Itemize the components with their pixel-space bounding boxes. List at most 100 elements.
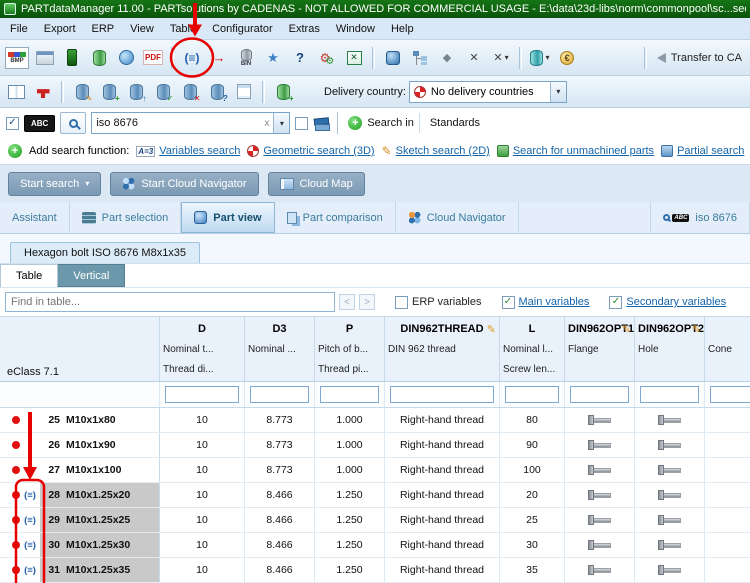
cell-l[interactable]: 100	[500, 458, 565, 482]
pdf-export-button[interactable]: PDF	[141, 45, 165, 71]
column-header-din962opt1[interactable]: DIN962OPT1 ✎ Flange	[565, 317, 635, 381]
row-label[interactable]: 30 M10x1.25x30	[40, 533, 159, 557]
find-next-button[interactable]: >	[359, 294, 375, 310]
part-3d-icon[interactable]	[381, 45, 405, 71]
column-header-din962thread[interactable]: DIN962THREAD ✎ DIN 962 thread	[385, 317, 500, 381]
tab-assistant[interactable]: Assistant	[0, 202, 70, 233]
filter-input-p[interactable]	[320, 386, 379, 403]
cell-din962opt1[interactable]	[565, 408, 635, 432]
search-history-dropdown[interactable]: ▾	[273, 113, 290, 133]
filter-input-cone[interactable]	[710, 386, 750, 403]
database-upload-icon[interactable]: ↑	[124, 79, 148, 105]
cell-din962opt1[interactable]	[565, 483, 635, 507]
transfer-to-cad-button[interactable]: Transfer to CA	[653, 52, 746, 64]
database-add-icon[interactable]: +	[97, 79, 121, 105]
favorites-star-icon[interactable]: ★	[261, 45, 285, 71]
row-label[interactable]: 25 M10x1x80	[40, 408, 159, 432]
cell-din962opt2[interactable]	[635, 433, 705, 457]
row-name-cell[interactable]: (≡) 28 M10x1.25x20	[0, 483, 160, 507]
cell-p[interactable]: 1.250	[315, 533, 385, 557]
table-export-icon[interactable]: →	[207, 45, 231, 71]
cell-p[interactable]: 1.250	[315, 508, 385, 532]
find-previous-button[interactable]: <	[339, 294, 355, 310]
cell-d[interactable]: 10	[160, 508, 245, 532]
part-document-tab[interactable]: Hexagon bolt ISO 8676 M8x1x35	[10, 242, 201, 263]
cell-din962opt2[interactable]	[635, 483, 705, 507]
bin-export-icon[interactable]: BIN	[234, 45, 258, 71]
cell-d3[interactable]: 8.466	[245, 533, 315, 557]
search-in-value[interactable]: Standards	[418, 113, 744, 133]
row-name-cell[interactable]: (≡) 31 M10x1.25x35	[0, 558, 160, 582]
search-button[interactable]	[60, 112, 87, 134]
cell-l[interactable]: 35	[500, 558, 565, 582]
filter-input-d3[interactable]	[250, 386, 309, 403]
menu-window[interactable]: Window	[328, 20, 383, 38]
cell-din962opt2[interactable]	[635, 533, 705, 557]
battery-icon[interactable]	[60, 45, 84, 71]
cell-cone[interactable]	[705, 433, 750, 457]
start-cloud-navigator-button[interactable]: Start Cloud Navigator	[110, 171, 259, 196]
column-header-din962opt2[interactable]: DIN962OPT2 ✎ Hole	[635, 317, 705, 381]
table-row-31[interactable]: (≡) 31 M10x1.25x35 10 8.466 1.250 Right-hand t…	[0, 558, 750, 583]
cell-d3[interactable]: 8.466	[245, 508, 315, 532]
filter-input-l[interactable]	[505, 386, 559, 403]
cell-cone[interactable]	[705, 508, 750, 532]
add-search-icon[interactable]: +	[348, 116, 363, 130]
menu-help[interactable]: Help	[383, 20, 422, 38]
cell-d3[interactable]: 8.466	[245, 483, 315, 507]
row-name-cell[interactable]: 26 M10x1x90	[0, 433, 160, 457]
search-option-checkbox[interactable]	[295, 116, 309, 130]
tab-part-view[interactable]: Part view	[181, 202, 275, 233]
cell-p[interactable]: 1.250	[315, 483, 385, 507]
cell-p[interactable]: 1.250	[315, 558, 385, 582]
cell-l[interactable]: 90	[500, 433, 565, 457]
erp-variables-checkbox[interactable]	[395, 295, 408, 309]
column-header-d[interactable]: D Nominal t... Thread di...	[160, 317, 245, 381]
menu-configurator[interactable]: Configurator	[204, 20, 281, 38]
cell-d3[interactable]: 8.773	[245, 408, 315, 432]
cloud-map-button[interactable]: Cloud Map	[267, 171, 365, 196]
database-plus-icon[interactable]: +	[271, 79, 295, 105]
cell-d[interactable]: 10	[160, 533, 245, 557]
cell-din962thread[interactable]: Right-hand thread	[385, 408, 500, 432]
cell-din962opt2[interactable]	[635, 558, 705, 582]
settings-gears-icon[interactable]: ⚙ ⚙	[315, 45, 339, 71]
table-row-26[interactable]: 26 M10x1x90 10 8.773 1.000 Right-hand thread 9…	[0, 433, 750, 458]
row-label[interactable]: 28 M10x1.25x20	[40, 483, 159, 507]
cell-p[interactable]: 1.000	[315, 408, 385, 432]
cell-d[interactable]: 10	[160, 458, 245, 482]
globe-icon[interactable]	[114, 45, 138, 71]
menu-view[interactable]: View	[122, 20, 162, 38]
filter-input-din962opt1[interactable]	[570, 386, 629, 403]
cell-l[interactable]: 80	[500, 408, 565, 432]
cell-d[interactable]: 10	[160, 433, 245, 457]
search-filter-checkbox[interactable]: ✓	[6, 116, 19, 130]
row-config-icon[interactable]: (≡)	[20, 533, 40, 557]
row-config-icon[interactable]: (≡)	[20, 483, 40, 507]
database-check-icon[interactable]: ✓	[151, 79, 175, 105]
variables-search-link[interactable]: Variables search	[159, 145, 240, 157]
start-search-button[interactable]: Start search ▾	[8, 171, 102, 196]
database-delete-icon[interactable]: ✕	[178, 79, 202, 105]
cell-d[interactable]: 10	[160, 483, 245, 507]
menu-table[interactable]: Table	[162, 20, 204, 38]
cell-din962opt1[interactable]	[565, 533, 635, 557]
cell-d3[interactable]: 8.773	[245, 458, 315, 482]
partial-search-link[interactable]: Partial search	[677, 145, 744, 157]
main-variables-checkbox[interactable]: ✓	[501, 295, 515, 309]
cell-cone[interactable]	[705, 458, 750, 482]
cell-din962opt2[interactable]	[635, 508, 705, 532]
edit-pencil-icon[interactable]: ✎	[487, 319, 496, 341]
cell-din962thread[interactable]: Right-hand thread	[385, 483, 500, 507]
filter-input-d[interactable]	[165, 386, 239, 403]
column-header-cone[interactable]: Cone	[705, 317, 750, 381]
help-icon[interactable]: ?	[288, 45, 312, 71]
cell-din962opt1[interactable]	[565, 508, 635, 532]
column-header-l[interactable]: L Nominal l... Screw len...	[500, 317, 565, 381]
cell-din962thread[interactable]: Right-hand thread	[385, 508, 500, 532]
tab-part-selection[interactable]: Part selection	[70, 202, 182, 233]
delivery-country-select[interactable]: No delivery countries ▾	[408, 80, 567, 103]
table-row-29[interactable]: (≡) 29 M10x1.25x25 10 8.466 1.250 Right-hand t…	[0, 508, 750, 533]
secondary-variables-checkbox[interactable]: ✓	[609, 295, 623, 309]
sketch-search-link[interactable]: Sketch search (2D)	[396, 145, 490, 157]
